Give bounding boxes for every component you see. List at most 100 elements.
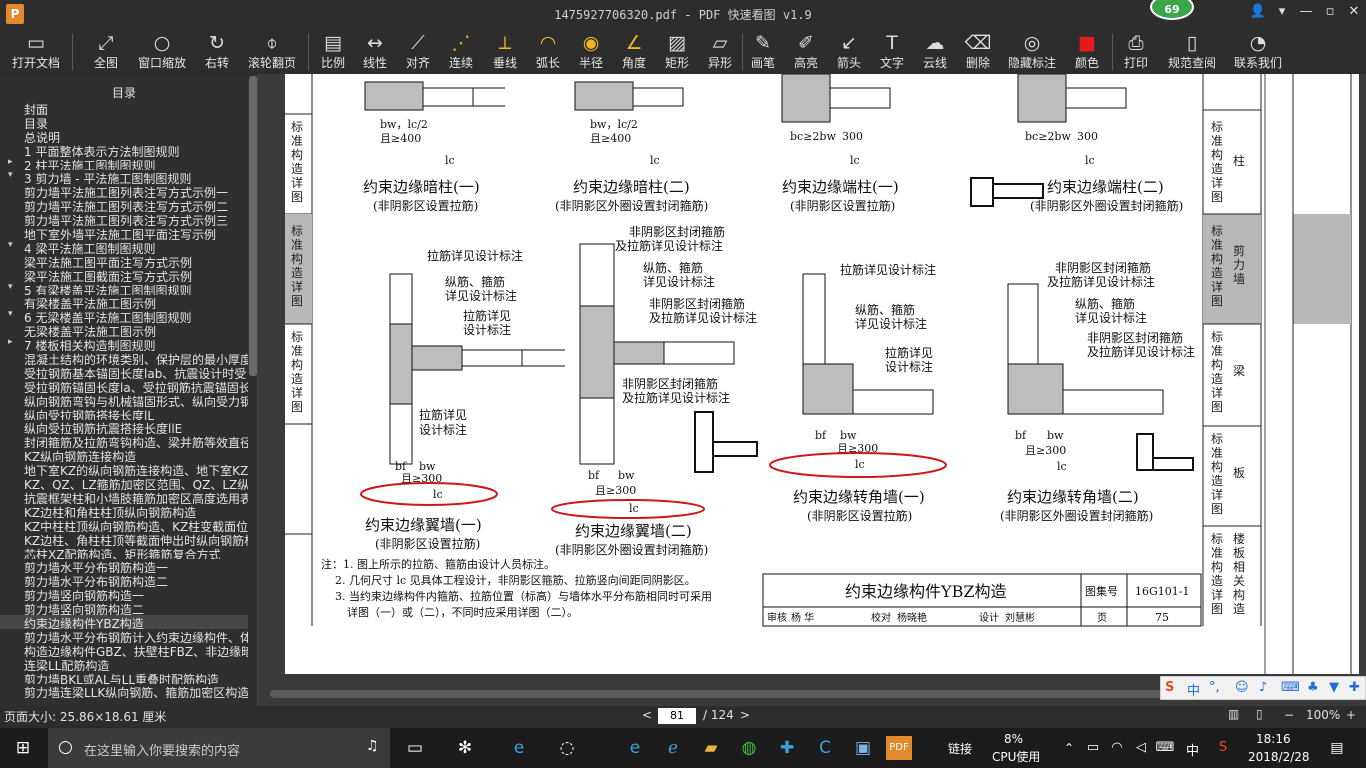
app-swirl-icon[interactable]: ◌: [554, 736, 580, 760]
hide-annotation-button[interactable]: ◎ 隐藏标注: [1004, 28, 1060, 74]
skin-icon[interactable]: ♣: [1307, 680, 1319, 695]
radius-button[interactable]: ◉ 半径: [574, 28, 608, 74]
toc-item[interactable]: 1 平面整体表示方法制图规则: [0, 143, 248, 157]
expand-arrow-icon[interactable]: ▾: [8, 282, 13, 292]
maximize-button[interactable]: ▫: [1320, 4, 1340, 22]
settings-icon[interactable]: ✚: [1349, 680, 1360, 695]
contact-us-button[interactable]: ◔ 联系我们: [1230, 28, 1286, 74]
microphone-icon[interactable]: ♫: [366, 738, 379, 754]
notification-center-icon[interactable]: ▤: [1324, 736, 1350, 760]
wifi-icon[interactable]: ◠: [1104, 736, 1130, 760]
toc-item[interactable]: 抗震框架柱和小墙肢箍筋加密区高度选用表: [0, 490, 248, 504]
user-icon[interactable]: 👤: [1248, 4, 1268, 22]
toc-item[interactable]: 剪力墙BKL或AL与LL重叠时配筋构造: [0, 671, 248, 685]
expand-arrow-icon[interactable]: ▾: [8, 309, 13, 319]
toc-item[interactable]: 剪力墙平法施工图列表注写方式示例三: [0, 212, 248, 226]
toc-item[interactable]: 连梁LL配筋构造: [0, 657, 248, 671]
toc-item[interactable]: ▾ 6 无梁楼盖平法施工图制图规则: [0, 309, 248, 323]
edge-browser-icon[interactable]: e: [506, 736, 532, 760]
sogou-tray-icon[interactable]: S: [1210, 736, 1236, 760]
toc-item[interactable]: 剪力墙平法施工图列表注写方式示例二: [0, 198, 248, 212]
continuous-button[interactable]: ⋰ 连续: [444, 28, 478, 74]
delete-button[interactable]: ⌫ 删除: [961, 28, 995, 74]
cloud-line-button[interactable]: ☁ 云线: [918, 28, 952, 74]
red-ellipse-markup[interactable]: [360, 482, 498, 506]
spec-lookup-button[interactable]: ▯ 规范查阅: [1164, 28, 1220, 74]
window-zoom-button[interactable]: ○ 窗口缩放: [134, 28, 190, 74]
angle-button[interactable]: ∠ 角度: [617, 28, 651, 74]
edge-browser-icon-2[interactable]: e: [622, 736, 648, 760]
arc-length-button[interactable]: ◠ 弧长: [531, 28, 565, 74]
view-mode-icon[interactable]: ▥: [1228, 707, 1239, 721]
taskbar-search[interactable]: ○ 在这里输入你要搜索的内容 ♫: [48, 728, 390, 768]
battery-icon[interactable]: ▭: [1080, 736, 1106, 760]
app-window-icon[interactable]: ▣: [850, 736, 876, 760]
horizontal-scrollbar[interactable]: [270, 690, 1280, 698]
zoom-out-button[interactable]: −: [1284, 708, 1294, 722]
keyboard-tray-icon[interactable]: ⌨: [1152, 736, 1178, 760]
toc-item[interactable]: 纵向钢筋弯钩与机械锚固形式、纵向受力钢: [0, 393, 248, 407]
toc-item[interactable]: 芯柱XZ配筋构造、矩形箍筋复合方式: [0, 546, 248, 560]
toc-scrollbar[interactable]: [249, 76, 257, 376]
app-fan-icon[interactable]: ✻: [452, 736, 478, 760]
toc-item[interactable]: KZ中柱柱顶纵向钢筋构造、KZ柱变截面位置: [0, 518, 248, 532]
expand-arrow-icon[interactable]: ▸: [8, 337, 13, 347]
toc-item[interactable]: 封面: [0, 101, 248, 115]
toc-item[interactable]: ▾ 4 梁平法施工图制图规则: [0, 240, 248, 254]
double-page-icon[interactable]: ▯: [1256, 707, 1263, 721]
toc-item[interactable]: 纵向受拉钢筋抗震搭接长度llE: [0, 420, 248, 434]
color-button[interactable]: ■ 颜色: [1068, 28, 1106, 74]
app-plus-icon[interactable]: ✚: [774, 736, 800, 760]
toc-item[interactable]: 剪力墙水平分布钢筋计入约束边缘构件、体: [0, 629, 248, 643]
toc-item[interactable]: KZ、QZ、LZ箍筋加密区范围、QZ、LZ纵向钢: [0, 476, 248, 490]
toc-item[interactable]: 总说明: [0, 129, 248, 143]
print-button[interactable]: ⎙ 打印: [1118, 28, 1154, 74]
toc-item[interactable]: 有梁楼盖平法施工图示例: [0, 295, 248, 309]
toc-item[interactable]: 封闭箍筋及拉筋弯钩构造、梁并筋等效直径: [0, 434, 248, 448]
wheel-page-button[interactable]: ⌽ 滚轮翻页: [244, 28, 300, 74]
toc-item[interactable]: 目录: [0, 115, 248, 129]
toc-item[interactable]: 构造边缘构件GBZ、扶壁柱FBZ、非边缘暗柱: [0, 643, 248, 657]
linear-button[interactable]: ↔ 线性: [358, 28, 392, 74]
toc-item[interactable]: ▾ 3 剪力墙 - 平法施工图制图规则: [0, 170, 248, 184]
toc-item[interactable]: 剪力墙连梁LLK纵向钢筋、箍筋加密区构造: [0, 684, 248, 698]
pen-button[interactable]: ✎ 画笔: [746, 28, 780, 74]
text-button[interactable]: T 文字: [875, 28, 909, 74]
link-text[interactable]: 链接: [948, 740, 972, 757]
voice-icon[interactable]: ♪: [1259, 680, 1267, 695]
pdf-viewer-task-icon[interactable]: PDF: [886, 736, 912, 760]
toc-item[interactable]: 梁平法施工图平面注写方式示例: [0, 254, 248, 268]
toc-item[interactable]: 约束边缘构件YBZ构造: [0, 614, 248, 629]
tray-chevron-icon[interactable]: ⌃: [1056, 736, 1082, 760]
expand-arrow-icon[interactable]: ▾: [8, 240, 13, 250]
open-document-button[interactable]: ▭ 打开文档: [8, 28, 64, 74]
app-360-icon[interactable]: ◍: [736, 736, 762, 760]
page-number-input[interactable]: 81: [658, 708, 696, 724]
toc-item[interactable]: KZ纵向钢筋连接构造: [0, 448, 248, 462]
polygon-button[interactable]: ▱ 异形: [703, 28, 737, 74]
toc-item[interactable]: 受拉钢筋基本锚固长度lab、抗震设计时受: [0, 365, 248, 379]
toc-item[interactable]: 地下室外墙平法施工图平面注写示例: [0, 226, 248, 240]
toc-item[interactable]: 剪力墙竖向钢筋构造一: [0, 587, 248, 601]
perpendicular-button[interactable]: ⟂ 垂线: [488, 28, 522, 74]
toc-item[interactable]: 纵向受拉钢筋搭接长度lL: [0, 407, 248, 421]
scale-button[interactable]: ▤ 比例: [316, 28, 350, 74]
align-button[interactable]: ⟋ 对齐: [401, 28, 435, 74]
toc-item[interactable]: 混凝土结构的环境类别、保护层的最小厚度: [0, 351, 248, 365]
toc-item[interactable]: ▸ 7 楼板相关构造制图规则: [0, 337, 248, 351]
ime-lang[interactable]: 中: [1187, 680, 1200, 699]
toc-item[interactable]: 无梁楼盖平法施工图示例: [0, 323, 248, 337]
dropdown-icon[interactable]: ▾: [1272, 4, 1292, 22]
toc-item[interactable]: 剪力墙平法施工图列表注写方式示例一: [0, 184, 248, 198]
highlight-button[interactable]: ✐ 高亮: [789, 28, 823, 74]
punctuation-icon[interactable]: °,: [1209, 680, 1220, 695]
emoji-icon[interactable]: ☺: [1235, 680, 1249, 695]
toc-item[interactable]: 剪力墙水平分布钢筋构造二: [0, 573, 248, 587]
app-c-icon[interactable]: C: [812, 736, 838, 760]
task-view-icon[interactable]: ▭: [402, 736, 428, 760]
red-ellipse-markup[interactable]: [551, 499, 705, 519]
toc-item[interactable]: 受拉钢筋锚固长度la、受拉钢筋抗震锚固长: [0, 379, 248, 393]
toc-item[interactable]: 剪力墙水平分布钢筋构造一: [0, 559, 248, 573]
next-page-button[interactable]: >: [740, 708, 750, 722]
arrow-button[interactable]: ↙ 箭头: [832, 28, 866, 74]
